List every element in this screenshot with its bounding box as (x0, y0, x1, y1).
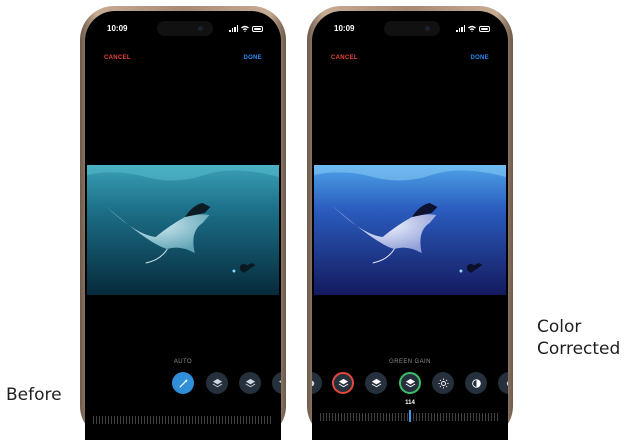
green-gain-button[interactable] (399, 372, 421, 394)
photo-color-corrected (314, 165, 506, 295)
battery-icon (252, 25, 263, 32)
layers-icon (245, 378, 255, 387)
photo-before (87, 165, 279, 295)
wifi-icon (241, 25, 249, 32)
status-time: 10:09 (107, 24, 128, 33)
partial-icon (506, 380, 508, 386)
layers-icon (371, 378, 381, 387)
done-button[interactable]: DONE (243, 55, 262, 61)
red-gain-button[interactable] (332, 372, 354, 394)
ruler-marker[interactable] (409, 410, 411, 422)
contrast-tool-button[interactable] (465, 372, 487, 394)
tool-strip (312, 372, 508, 396)
layer-tool-button[interactable] (272, 372, 281, 394)
layers-icon (405, 378, 415, 387)
auto-tool-button[interactable] (172, 372, 194, 394)
wifi-icon (468, 25, 476, 32)
signal-icon (456, 25, 465, 32)
status-bar: 10:09 (85, 21, 281, 37)
contrast-icon (471, 378, 481, 388)
caption-before: Before (6, 385, 62, 405)
partial-tool-button[interactable] (312, 372, 322, 394)
status-time: 10:09 (334, 24, 355, 33)
more-tool-button[interactable] (498, 372, 508, 394)
cancel-button[interactable]: CANCEL (104, 55, 131, 61)
phone-screen: 10:09 CANCEL DONE (85, 11, 281, 440)
brightness-tool-button[interactable] (432, 372, 454, 394)
status-icons (456, 25, 490, 32)
adjustment-value: 114 (405, 400, 415, 406)
cancel-button[interactable]: CANCEL (331, 55, 358, 61)
partial-icon (312, 380, 314, 386)
adjustment-ruler[interactable] (93, 416, 273, 424)
status-bar: 10:09 (312, 21, 508, 37)
layer-tool-button[interactable] (239, 372, 261, 394)
magic-wand-icon (178, 378, 188, 388)
done-button[interactable]: DONE (470, 55, 489, 61)
layer-tool-button[interactable] (206, 372, 228, 394)
tool-label: AUTO (173, 359, 193, 365)
blue-gain-button[interactable] (365, 372, 387, 394)
phone-color-corrected: 10:09 CANCEL DONE GREEN GAIN 114 (307, 6, 513, 440)
manta-ray-photo (314, 165, 506, 295)
phone-screen: 10:09 CANCEL DONE (312, 11, 508, 440)
manta-ray-photo (87, 165, 279, 295)
dynamic-island (157, 21, 213, 36)
signal-icon (229, 25, 238, 32)
phone-before: 10:09 CANCEL DONE AUTO (80, 6, 286, 440)
status-icons (229, 25, 263, 32)
battery-icon (479, 25, 490, 32)
layers-icon (212, 378, 222, 387)
tool-strip (85, 372, 281, 396)
layers-icon (338, 378, 348, 387)
dynamic-island (384, 21, 440, 36)
tool-label: GREEN GAIN (389, 359, 431, 365)
sun-icon (437, 377, 449, 389)
layers-icon (278, 379, 281, 383)
caption-color-corrected: Color Corrected (537, 317, 621, 359)
